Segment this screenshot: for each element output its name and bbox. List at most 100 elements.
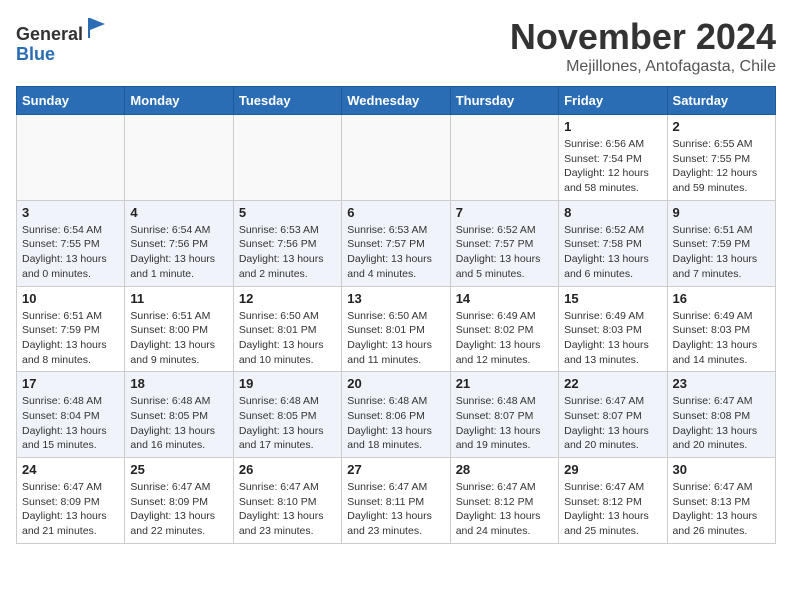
day-number: 15 <box>564 291 661 306</box>
day-info: Sunrise: 6:51 AMSunset: 8:00 PMDaylight:… <box>130 309 227 368</box>
weekday-header-friday: Friday <box>559 87 667 115</box>
day-info: Sunrise: 6:53 AMSunset: 7:56 PMDaylight:… <box>239 223 336 282</box>
day-info: Sunrise: 6:54 AMSunset: 7:56 PMDaylight:… <box>130 223 227 282</box>
day-number: 16 <box>673 291 770 306</box>
day-number: 1 <box>564 119 661 134</box>
calendar-day-cell: 6 Sunrise: 6:53 AMSunset: 7:57 PMDaylight… <box>342 200 450 286</box>
calendar-day-cell: 26 Sunrise: 6:47 AMSunset: 8:10 PMDayligh… <box>233 458 341 544</box>
calendar-day-cell: 28 Sunrise: 6:47 AMSunset: 8:12 PMDayligh… <box>450 458 558 544</box>
day-number: 26 <box>239 462 336 477</box>
day-number: 19 <box>239 376 336 391</box>
calendar-day-cell: 17Sunrise: 6:48 AMSunset: 8:04 PMDayligh… <box>17 372 125 458</box>
calendar-day-cell <box>342 115 450 201</box>
day-info: Sunrise: 6:56 AMSunset: 7:54 PMDaylight:… <box>564 137 661 196</box>
logo-flag-icon <box>85 16 109 40</box>
day-info: Sunrise: 6:52 AMSunset: 7:58 PMDaylight:… <box>564 223 661 282</box>
calendar-day-cell <box>125 115 233 201</box>
day-info: Sunrise: 6:49 AMSunset: 8:03 PMDaylight:… <box>564 309 661 368</box>
day-info: Sunrise: 6:47 AMSunset: 8:09 PMDaylight:… <box>130 480 227 539</box>
day-number: 11 <box>130 291 227 306</box>
weekday-header-saturday: Saturday <box>667 87 775 115</box>
day-number: 4 <box>130 205 227 220</box>
calendar-day-cell: 3Sunrise: 6:54 AMSunset: 7:55 PMDaylight… <box>17 200 125 286</box>
day-number: 18 <box>130 376 227 391</box>
logo-general: General <box>16 24 83 44</box>
calendar-day-cell: 25Sunrise: 6:47 AMSunset: 8:09 PMDayligh… <box>125 458 233 544</box>
location-subtitle: Mejillones, Antofagasta, Chile <box>510 58 776 76</box>
calendar-day-cell: 19 Sunrise: 6:48 AMSunset: 8:05 PMDayligh… <box>233 372 341 458</box>
day-number: 8 <box>564 205 661 220</box>
day-info: Sunrise: 6:50 AMSunset: 8:01 PMDaylight:… <box>239 309 336 368</box>
weekday-header-wednesday: Wednesday <box>342 87 450 115</box>
calendar-day-cell: 27Sunrise: 6:47 AMSunset: 8:11 PMDayligh… <box>342 458 450 544</box>
calendar-week-row: 1 Sunrise: 6:56 AMSunset: 7:54 PMDaylight… <box>17 115 776 201</box>
day-info: Sunrise: 6:51 AMSunset: 7:59 PMDaylight:… <box>22 309 119 368</box>
calendar-header-row: SundayMondayTuesdayWednesdayThursdayFrid… <box>17 87 776 115</box>
weekday-header-monday: Monday <box>125 87 233 115</box>
day-number: 20 <box>347 376 444 391</box>
day-info: Sunrise: 6:47 AMSunset: 8:12 PMDaylight:… <box>564 480 661 539</box>
day-number: 29 <box>564 462 661 477</box>
calendar-day-cell: 22 Sunrise: 6:47 AMSunset: 8:07 PMDayligh… <box>559 372 667 458</box>
calendar-day-cell: 14 Sunrise: 6:49 AMSunset: 8:02 PMDayligh… <box>450 286 558 372</box>
day-info: Sunrise: 6:49 AMSunset: 8:02 PMDaylight:… <box>456 309 553 368</box>
calendar-day-cell: 16 Sunrise: 6:49 AMSunset: 8:03 PMDayligh… <box>667 286 775 372</box>
day-info: Sunrise: 6:47 AMSunset: 8:07 PMDaylight:… <box>564 394 661 453</box>
calendar-day-cell <box>17 115 125 201</box>
day-info: Sunrise: 6:52 AMSunset: 7:57 PMDaylight:… <box>456 223 553 282</box>
day-number: 13 <box>347 291 444 306</box>
day-number: 14 <box>456 291 553 306</box>
day-info: Sunrise: 6:47 AMSunset: 8:12 PMDaylight:… <box>456 480 553 539</box>
day-number: 10 <box>22 291 119 306</box>
day-number: 21 <box>456 376 553 391</box>
day-info: Sunrise: 6:53 AMSunset: 7:57 PMDaylight:… <box>347 223 444 282</box>
calendar-day-cell <box>233 115 341 201</box>
calendar-day-cell <box>450 115 558 201</box>
logo-blue: Blue <box>16 44 55 64</box>
day-info: Sunrise: 6:48 AMSunset: 8:04 PMDaylight:… <box>22 394 119 453</box>
day-info: Sunrise: 6:47 AMSunset: 8:08 PMDaylight:… <box>673 394 770 453</box>
day-info: Sunrise: 6:55 AMSunset: 7:55 PMDaylight:… <box>673 137 770 196</box>
calendar-day-cell: 12Sunrise: 6:50 AMSunset: 8:01 PMDayligh… <box>233 286 341 372</box>
calendar-week-row: 24 Sunrise: 6:47 AMSunset: 8:09 PMDayligh… <box>17 458 776 544</box>
day-info: Sunrise: 6:47 AMSunset: 8:13 PMDaylight:… <box>673 480 770 539</box>
calendar-day-cell: 23 Sunrise: 6:47 AMSunset: 8:08 PMDayligh… <box>667 372 775 458</box>
weekday-header-tuesday: Tuesday <box>233 87 341 115</box>
calendar-day-cell: 18 Sunrise: 6:48 AMSunset: 8:05 PMDayligh… <box>125 372 233 458</box>
calendar-day-cell: 4 Sunrise: 6:54 AMSunset: 7:56 PMDaylight… <box>125 200 233 286</box>
calendar-week-row: 3Sunrise: 6:54 AMSunset: 7:55 PMDaylight… <box>17 200 776 286</box>
day-number: 3 <box>22 205 119 220</box>
weekday-header-sunday: Sunday <box>17 87 125 115</box>
calendar-day-cell: 24Sunrise: 6:47 AMSunset: 8:09 PMDayligh… <box>17 458 125 544</box>
day-info: Sunrise: 6:47 AMSunset: 8:10 PMDaylight:… <box>239 480 336 539</box>
day-number: 7 <box>456 205 553 220</box>
calendar-day-cell: 2 Sunrise: 6:55 AMSunset: 7:55 PMDaylight… <box>667 115 775 201</box>
calendar-day-cell: 1 Sunrise: 6:56 AMSunset: 7:54 PMDaylight… <box>559 115 667 201</box>
logo: General Blue <box>16 16 109 65</box>
calendar-table: SundayMondayTuesdayWednesdayThursdayFrid… <box>16 86 776 544</box>
page-header: General Blue November 2024 Mejillones, A… <box>16 16 776 76</box>
day-info: Sunrise: 6:49 AMSunset: 8:03 PMDaylight:… <box>673 309 770 368</box>
calendar-day-cell: 30 Sunrise: 6:47 AMSunset: 8:13 PMDayligh… <box>667 458 775 544</box>
day-info: Sunrise: 6:48 AMSunset: 8:06 PMDaylight:… <box>347 394 444 453</box>
day-number: 28 <box>456 462 553 477</box>
title-block: November 2024 Mejillones, Antofagasta, C… <box>510 16 776 76</box>
calendar-day-cell: 11 Sunrise: 6:51 AMSunset: 8:00 PMDayligh… <box>125 286 233 372</box>
day-info: Sunrise: 6:48 AMSunset: 8:05 PMDaylight:… <box>239 394 336 453</box>
day-info: Sunrise: 6:48 AMSunset: 8:05 PMDaylight:… <box>130 394 227 453</box>
calendar-day-cell: 7 Sunrise: 6:52 AMSunset: 7:57 PMDaylight… <box>450 200 558 286</box>
day-number: 22 <box>564 376 661 391</box>
calendar-day-cell: 13 Sunrise: 6:50 AMSunset: 8:01 PMDayligh… <box>342 286 450 372</box>
day-number: 2 <box>673 119 770 134</box>
day-info: Sunrise: 6:50 AMSunset: 8:01 PMDaylight:… <box>347 309 444 368</box>
calendar-week-row: 17Sunrise: 6:48 AMSunset: 8:04 PMDayligh… <box>17 372 776 458</box>
day-number: 23 <box>673 376 770 391</box>
calendar-week-row: 10 Sunrise: 6:51 AMSunset: 7:59 PMDayligh… <box>17 286 776 372</box>
day-number: 30 <box>673 462 770 477</box>
day-number: 6 <box>347 205 444 220</box>
day-number: 24 <box>22 462 119 477</box>
day-info: Sunrise: 6:47 AMSunset: 8:11 PMDaylight:… <box>347 480 444 539</box>
calendar-day-cell: 9Sunrise: 6:51 AMSunset: 7:59 PMDaylight… <box>667 200 775 286</box>
calendar-day-cell: 20 Sunrise: 6:48 AMSunset: 8:06 PMDayligh… <box>342 372 450 458</box>
calendar-day-cell: 5Sunrise: 6:53 AMSunset: 7:56 PMDaylight… <box>233 200 341 286</box>
